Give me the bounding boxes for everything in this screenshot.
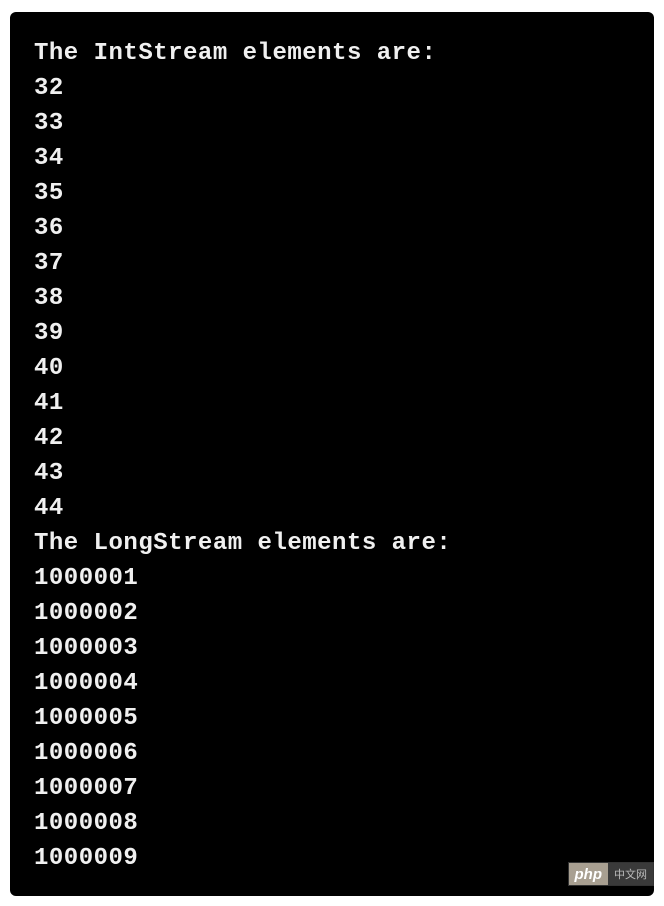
longstream-header: The LongStream elements are: <box>34 526 630 561</box>
terminal-output: The IntStream elements are: 32 33 34 35 … <box>10 12 654 896</box>
output-value: 44 <box>34 491 630 526</box>
output-value: 1000009 <box>34 841 630 876</box>
output-value: 38 <box>34 281 630 316</box>
output-value: 1000005 <box>34 701 630 736</box>
output-value: 1000006 <box>34 736 630 771</box>
watermark-logo: php <box>569 863 609 885</box>
output-value: 36 <box>34 211 630 246</box>
watermark-text: 中文网 <box>608 863 653 885</box>
output-value: 1000002 <box>34 596 630 631</box>
output-value: 1000004 <box>34 666 630 701</box>
output-value: 1000003 <box>34 631 630 666</box>
output-value: 1000007 <box>34 771 630 806</box>
output-value: 41 <box>34 386 630 421</box>
output-value: 40 <box>34 351 630 386</box>
output-value: 35 <box>34 176 630 211</box>
output-value: 1000001 <box>34 561 630 596</box>
output-value: 42 <box>34 421 630 456</box>
output-value: 37 <box>34 246 630 281</box>
output-value: 39 <box>34 316 630 351</box>
watermark-badge: php 中文网 <box>568 862 655 886</box>
output-value: 34 <box>34 141 630 176</box>
output-value: 33 <box>34 106 630 141</box>
intstream-header: The IntStream elements are: <box>34 36 630 71</box>
output-value: 32 <box>34 71 630 106</box>
output-value: 43 <box>34 456 630 491</box>
output-value: 1000008 <box>34 806 630 841</box>
